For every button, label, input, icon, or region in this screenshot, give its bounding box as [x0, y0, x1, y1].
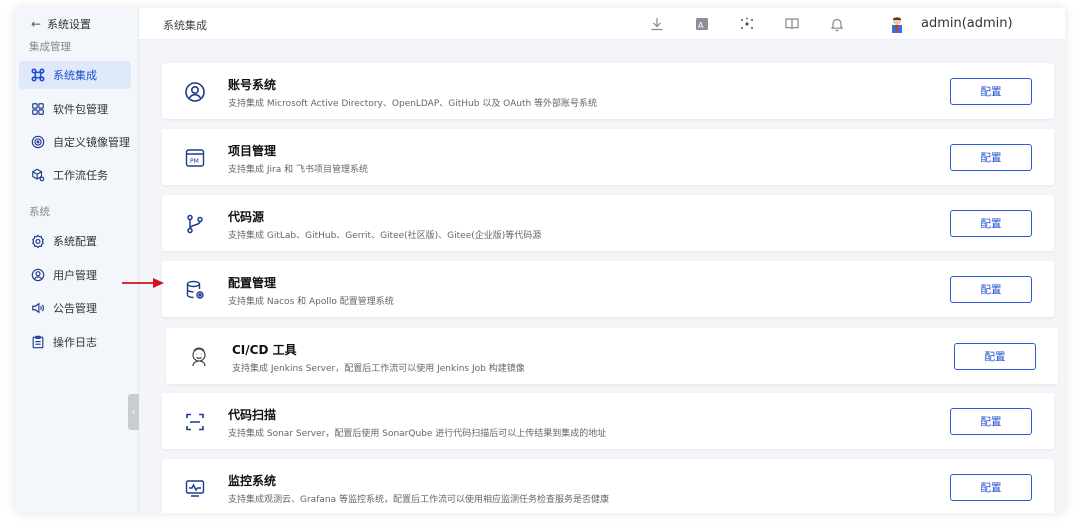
grid-icon: [32, 103, 44, 115]
sidebar-item-system-config[interactable]: 系统配置: [19, 227, 131, 255]
sidebar-item-label: 软件包管理: [53, 103, 108, 116]
breadcrumb: 系统集成: [163, 19, 207, 32]
sidebar-item-label: 用户管理: [53, 269, 97, 282]
top-header: 系统集成 A admin(admin) ⋮: [139, 8, 1065, 40]
speaker-icon: [32, 302, 44, 314]
integration-card-project-management: PM 项目管理 支持集成 Jira 和 飞书项目管理系统 配置: [162, 129, 1054, 185]
download-icon[interactable]: [649, 16, 665, 32]
jenkins-icon: [188, 346, 210, 368]
configure-cicd-button[interactable]: 配置: [954, 343, 1036, 370]
card-title: 代码扫描: [228, 408, 277, 422]
sidebar-item-workflow-tasks[interactable]: 工作流任务: [19, 161, 131, 189]
sidebar-item-system-integration[interactable]: 系统集成: [19, 61, 131, 89]
back-to-settings[interactable]: ← 系统设置: [31, 16, 91, 32]
clipboard-icon: [32, 335, 44, 349]
card-description: 支持集成 GitLab、GitHub、Gerrit、Gitee(社区版)、Git…: [228, 231, 542, 241]
app-window: ← 系统设置 集成管理 系统集成 软件包管理 自定义镜像管理 工作流任务 系统 …: [15, 8, 1065, 513]
integration-card-account: 账号系统 支持集成 Microsoft Active Directory、Ope…: [162, 63, 1054, 119]
database-gear-icon: [184, 279, 206, 301]
sidebar-item-announcement[interactable]: 公告管理: [19, 294, 131, 322]
monitor-icon: [184, 477, 206, 499]
sidebar-item-label: 系统配置: [53, 235, 97, 248]
sidebar-item-package-management[interactable]: 软件包管理: [19, 95, 131, 123]
back-label: 系统设置: [47, 18, 92, 31]
card-description: 支持集成 Jenkins Server，配置后工作流可以使用 Jenkins J…: [232, 364, 525, 374]
integration-card-cicd: CI/CD 工具 支持集成 Jenkins Server，配置后工作流可以使用 …: [166, 328, 1058, 384]
arrow-left-icon: ←: [31, 17, 42, 31]
card-title: CI/CD 工具: [232, 343, 297, 357]
card-title: 代码源: [228, 210, 265, 224]
sidebar-item-label: 系统集成: [53, 69, 97, 82]
card-title: 账号系统: [228, 78, 277, 92]
card-description: 支持集成观测云、Grafana 等监控系统，配置后工作流可以使用相应监测任务检查…: [228, 495, 609, 505]
pm-icon: PM: [184, 147, 206, 169]
configure-account-button[interactable]: 配置: [950, 78, 1032, 105]
group-title-system: 系统: [29, 206, 50, 218]
user-name[interactable]: admin(admin): [921, 16, 1013, 31]
cube-gear-icon: [32, 168, 45, 182]
sidebar-item-label: 公告管理: [53, 302, 97, 315]
image-disc-icon: [31, 135, 45, 149]
card-description: 支持集成 Nacos 和 Apollo 配置管理系统: [228, 297, 394, 307]
user-circle-icon: [31, 268, 45, 282]
configure-monitoring-button[interactable]: 配置: [950, 474, 1032, 501]
card-title: 项目管理: [228, 144, 277, 158]
configure-config-management-button[interactable]: 配置: [950, 276, 1032, 303]
configure-code-scan-button[interactable]: 配置: [950, 408, 1032, 435]
main-content: 账号系统 支持集成 Microsoft Active Directory、Ope…: [139, 40, 1065, 513]
card-title: 配置管理: [228, 276, 277, 290]
avatar[interactable]: [887, 14, 907, 34]
integration-card-monitoring: 监控系统 支持集成观测云、Grafana 等监控系统，配置后工作流可以使用相应监…: [162, 459, 1054, 513]
scan-icon: [184, 411, 206, 433]
command-icon: [31, 68, 45, 82]
chevron-left-icon: ‹: [131, 406, 136, 418]
svg-text:A: A: [698, 21, 704, 30]
sidebar-collapse-handle[interactable]: ‹: [128, 394, 139, 430]
sidebar-item-custom-image[interactable]: 自定义镜像管理: [19, 128, 131, 156]
sidebar-item-user-management[interactable]: 用户管理: [19, 261, 131, 289]
settings-icon: [32, 234, 44, 248]
translate-icon[interactable]: A: [694, 16, 710, 32]
network-icon[interactable]: [739, 16, 755, 32]
configure-code-source-button[interactable]: 配置: [950, 210, 1032, 237]
annotation-arrow-icon: [122, 278, 164, 288]
configure-project-management-button[interactable]: 配置: [950, 144, 1032, 171]
bell-icon[interactable]: [829, 16, 845, 32]
book-icon[interactable]: [784, 16, 800, 32]
card-title: 监控系统: [228, 474, 277, 488]
sidebar: ← 系统设置 集成管理 系统集成 软件包管理 自定义镜像管理 工作流任务 系统 …: [15, 8, 139, 513]
integration-card-config-management: 配置管理 支持集成 Nacos 和 Apollo 配置管理系统 配置: [162, 261, 1054, 317]
integration-card-code-scan: 代码扫描 支持集成 Sonar Server，配置后使用 SonarQube 进…: [162, 393, 1054, 449]
sidebar-item-label: 自定义镜像管理: [53, 136, 130, 149]
git-branch-icon: [184, 213, 206, 235]
group-title-integration: 集成管理: [29, 41, 71, 53]
card-description: 支持集成 Jira 和 飞书项目管理系统: [228, 165, 368, 175]
sidebar-item-label: 工作流任务: [53, 169, 108, 182]
card-description: 支持集成 Sonar Server，配置后使用 SonarQube 进行代码扫描…: [228, 429, 607, 439]
sidebar-item-label: 操作日志: [53, 336, 97, 349]
integration-card-code-source: 代码源 支持集成 GitLab、GitHub、Gerrit、Gitee(社区版)…: [162, 195, 1054, 251]
svg-text:PM: PM: [190, 158, 199, 165]
card-description: 支持集成 Microsoft Active Directory、OpenLDAP…: [228, 99, 598, 109]
account-icon: [184, 81, 206, 103]
sidebar-item-operation-log[interactable]: 操作日志: [19, 328, 131, 356]
